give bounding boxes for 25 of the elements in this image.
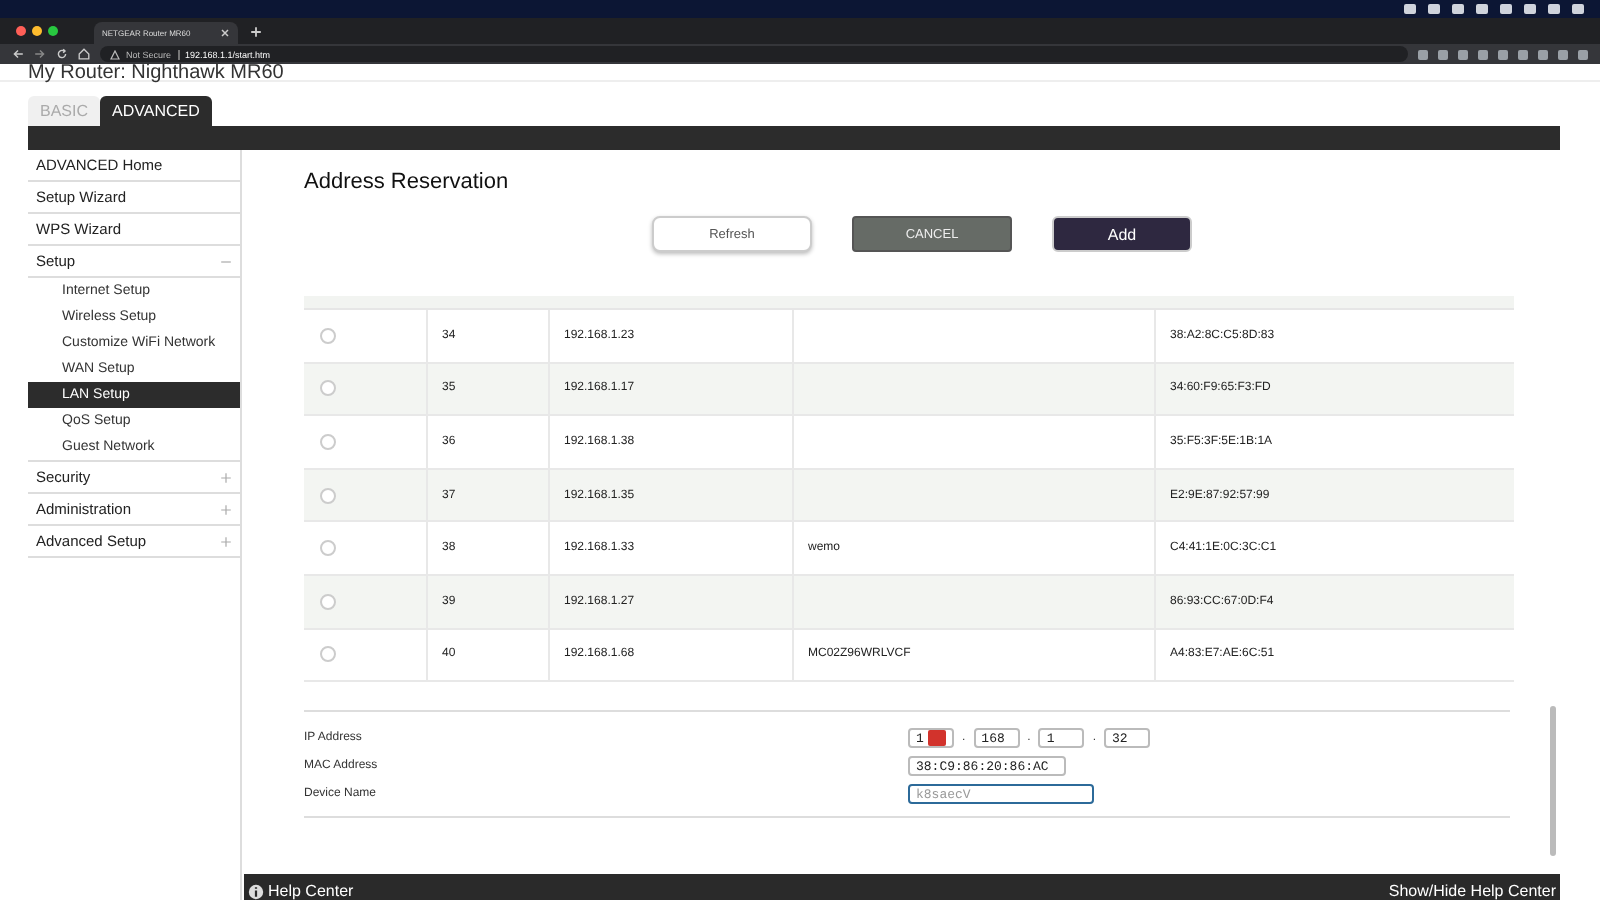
maximize-window-icon[interactable] bbox=[48, 26, 58, 36]
new-tab-icon[interactable] bbox=[250, 25, 262, 37]
warning-icon bbox=[110, 49, 120, 59]
scrollbar-thumb[interactable] bbox=[1550, 706, 1556, 856]
reload-icon[interactable] bbox=[56, 48, 68, 60]
mode-tab[interactable]: ADVANCED bbox=[100, 96, 212, 126]
radio-button[interactable] bbox=[320, 380, 336, 397]
close-icon[interactable] bbox=[220, 28, 230, 38]
back-arrow-icon[interactable] bbox=[12, 48, 24, 60]
home-icon[interactable] bbox=[78, 48, 90, 60]
radio-button[interactable] bbox=[320, 327, 336, 344]
radio-button[interactable] bbox=[320, 593, 336, 610]
close-window-icon[interactable] bbox=[16, 26, 26, 36]
forward-arrow-icon[interactable] bbox=[34, 48, 46, 60]
minimize-window-icon[interactable] bbox=[32, 26, 42, 36]
help-center-title: Help Center bbox=[268, 882, 354, 900]
radio-button[interactable] bbox=[320, 646, 336, 663]
radio-button[interactable] bbox=[320, 433, 336, 450]
page-title: Address Reservation bbox=[304, 170, 511, 194]
radio-button[interactable] bbox=[320, 487, 336, 504]
add-button[interactable]: Add bbox=[1052, 216, 1192, 252]
text-selection-highlight bbox=[928, 730, 946, 747]
radio-button[interactable] bbox=[320, 540, 336, 557]
help-toggle-link[interactable]: Show/Hide Help Center bbox=[1388, 882, 1556, 900]
router-title: My Router: Nighthawk MR60 bbox=[0, 64, 1600, 82]
